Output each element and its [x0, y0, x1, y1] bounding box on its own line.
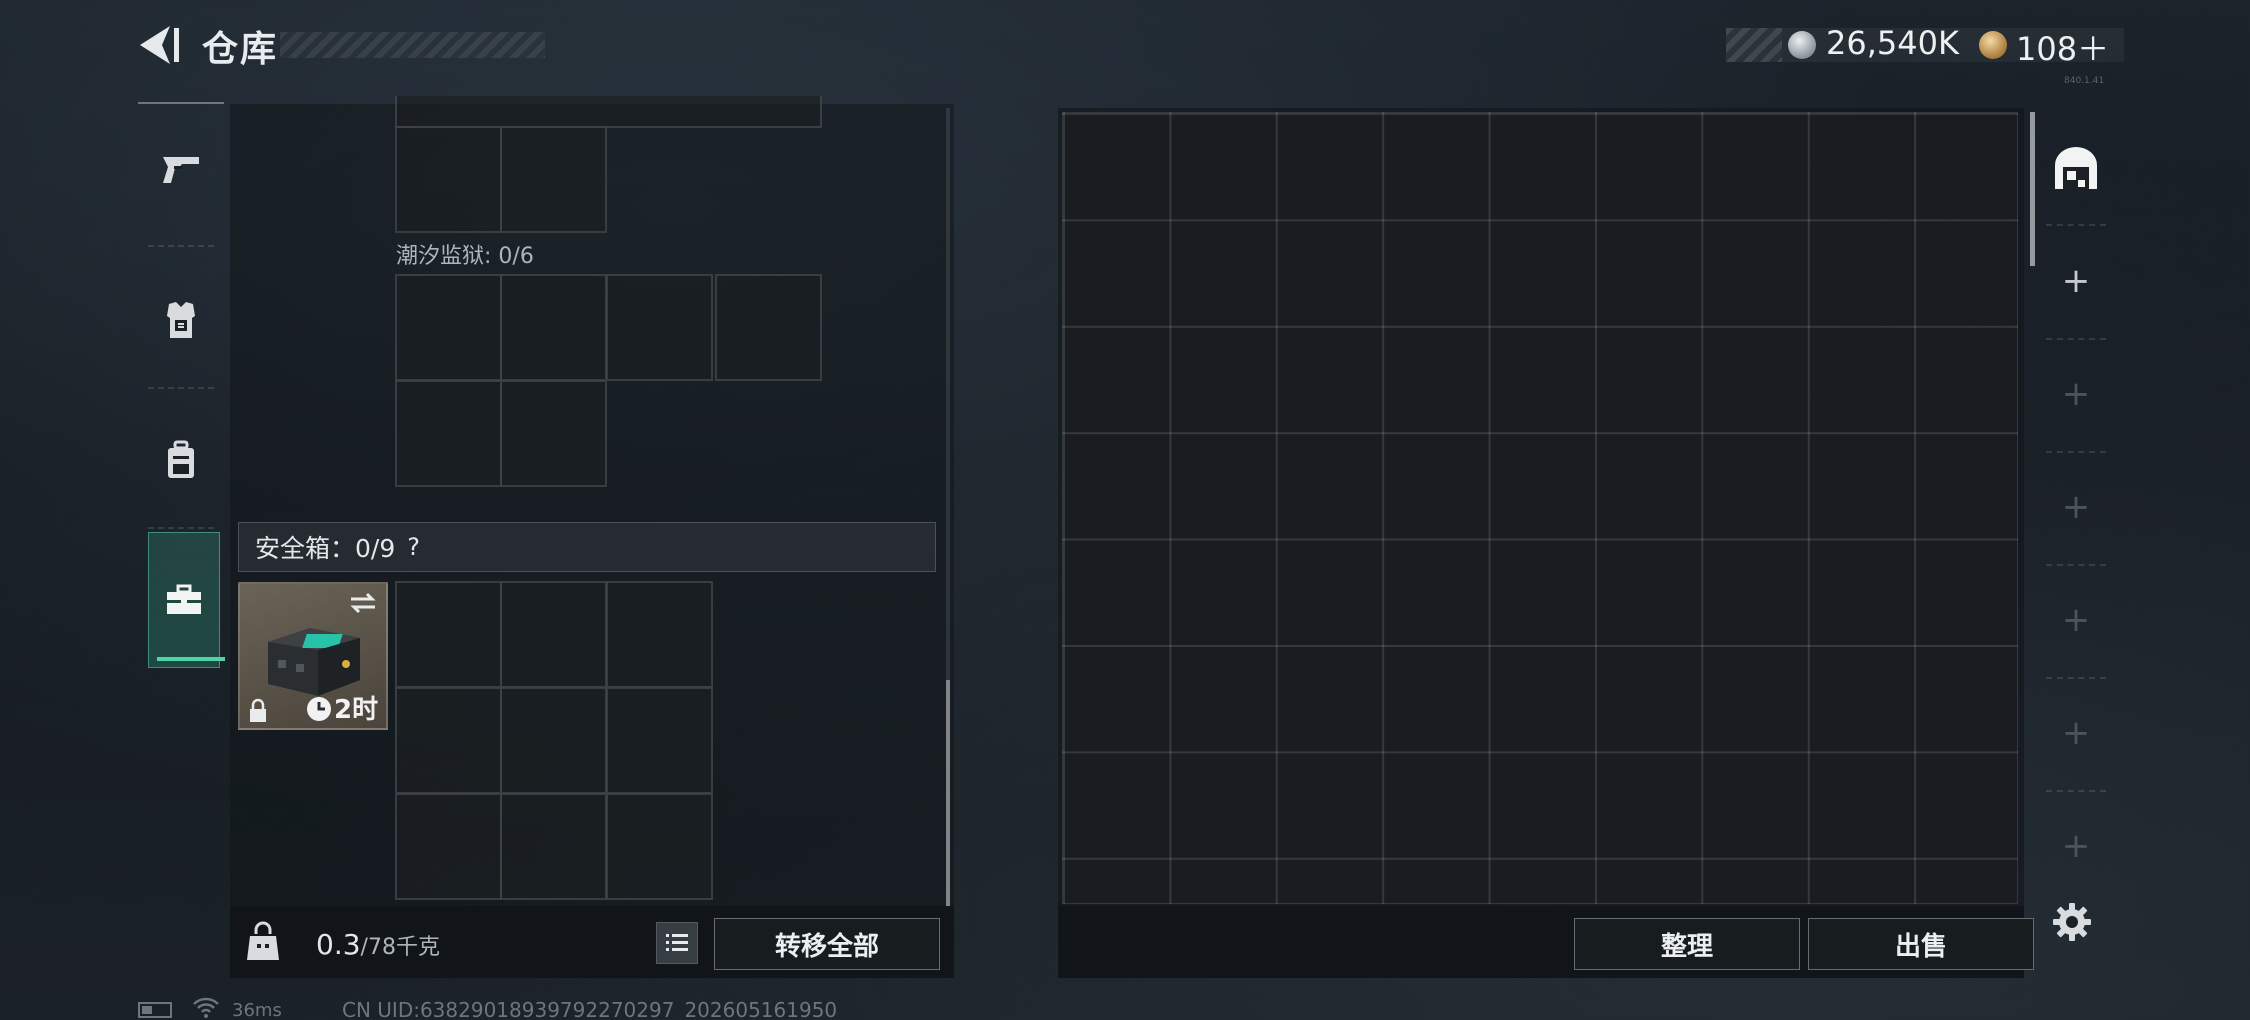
tab-warehouse-main[interactable] [2040, 112, 2112, 224]
grid-cell[interactable] [606, 687, 713, 794]
add-page-button[interactable]: + [2040, 564, 2112, 676]
plus-icon: + [2061, 826, 2091, 866]
weight-readout: 0.3/78千克 [316, 928, 440, 961]
silver-currency-amount[interactable]: 26,540K [1826, 24, 1959, 62]
grid-cell[interactable] [395, 274, 502, 381]
wifi-icon [193, 997, 219, 1018]
warehouse-page-tabs: + + + + + + [2040, 112, 2112, 902]
grid-cell[interactable] [606, 274, 713, 381]
currency-decoration [1726, 28, 1782, 62]
warehouse-grid[interactable] [1062, 112, 2018, 904]
tab-backpack[interactable] [138, 394, 224, 526]
back-arrow-icon[interactable] [136, 22, 182, 68]
grid-cell[interactable] [395, 793, 502, 900]
swap-icon[interactable] [348, 590, 378, 616]
add-page-button[interactable]: + [2040, 677, 2112, 789]
category-tabs [138, 102, 225, 668]
gold-coin-icon [1979, 31, 2007, 59]
tab-armor[interactable] [138, 254, 224, 386]
backpack-icon [168, 440, 194, 478]
plus-icon: + [2061, 600, 2091, 640]
page-title: 仓库 [202, 29, 279, 70]
add-page-button[interactable]: + [2040, 225, 2112, 337]
left-scrollbar-thumb[interactable] [946, 680, 950, 906]
weight-current: 0.3 [316, 928, 361, 961]
safe-box-timer: 2时 [334, 695, 379, 725]
grid-cell[interactable] [395, 687, 502, 794]
version-label: 840.1.41 [2064, 76, 2105, 86]
safe-box-header: 安全箱：0/9 ? [238, 522, 936, 572]
add-page-button[interactable]: + [2040, 338, 2112, 450]
grid-cell[interactable] [500, 126, 607, 233]
list-view-button[interactable] [656, 922, 698, 964]
gear-icon[interactable] [2052, 902, 2092, 942]
plus-icon: + [2061, 261, 2091, 301]
plus-icon: + [2061, 487, 2091, 527]
safe-box-item[interactable]: 2时 [238, 582, 388, 730]
grid-cell[interactable] [606, 581, 713, 688]
lock-icon [250, 698, 266, 722]
help-button[interactable]: ? [407, 533, 420, 561]
list-icon [666, 934, 688, 951]
warehouse-scrollbar-thumb[interactable] [2030, 112, 2035, 266]
safe-box-capacity: 安全箱：0/9 [255, 534, 396, 563]
armor-vest-icon [167, 302, 195, 338]
grid-cell[interactable] [500, 380, 607, 487]
grid-cell[interactable] [500, 687, 607, 794]
user-uid: CN UID:638290189397922702​97_20260516195… [342, 998, 838, 1020]
pistol-icon [163, 157, 199, 183]
plus-icon: + [2061, 374, 2091, 414]
weight-max: /78千克 [360, 935, 440, 960]
grid-cell[interactable] [606, 793, 713, 900]
warehouse-icon [2055, 147, 2097, 189]
active-tab-indicator [157, 657, 225, 661]
sell-button[interactable]: 出售 [1808, 918, 2034, 970]
silver-coin-icon [1788, 31, 1816, 59]
safe-box-image [268, 628, 360, 696]
add-page-button[interactable]: + [2040, 451, 2112, 563]
grid-cell[interactable] [500, 793, 607, 900]
tab-weapons[interactable] [138, 102, 224, 234]
transfer-all-button[interactable]: 转移全部 [714, 918, 940, 970]
briefcase-icon [167, 584, 201, 614]
slot-capacity-label: 潮汐监狱: 0/6 [396, 244, 534, 269]
tab-safe-box[interactable] [148, 532, 225, 668]
grid-cell[interactable] [500, 274, 607, 381]
grid-cell[interactable] [715, 274, 822, 381]
grid-cell[interactable] [395, 126, 502, 233]
title-decoration [280, 32, 545, 58]
ping-readout: 36ms [232, 1000, 282, 1020]
grid-cell[interactable] [395, 581, 502, 688]
gold-currency-amount[interactable]: 108＋ [2016, 24, 2109, 70]
add-page-button[interactable]: + [2040, 790, 2112, 902]
weight-icon [247, 921, 279, 960]
grid-cell[interactable] [395, 380, 502, 487]
plus-icon: + [2061, 713, 2091, 753]
battery-icon [138, 1002, 172, 1018]
sort-button[interactable]: 整理 [1574, 918, 1800, 970]
grid-cell[interactable] [500, 581, 607, 688]
clock-icon [307, 697, 331, 721]
